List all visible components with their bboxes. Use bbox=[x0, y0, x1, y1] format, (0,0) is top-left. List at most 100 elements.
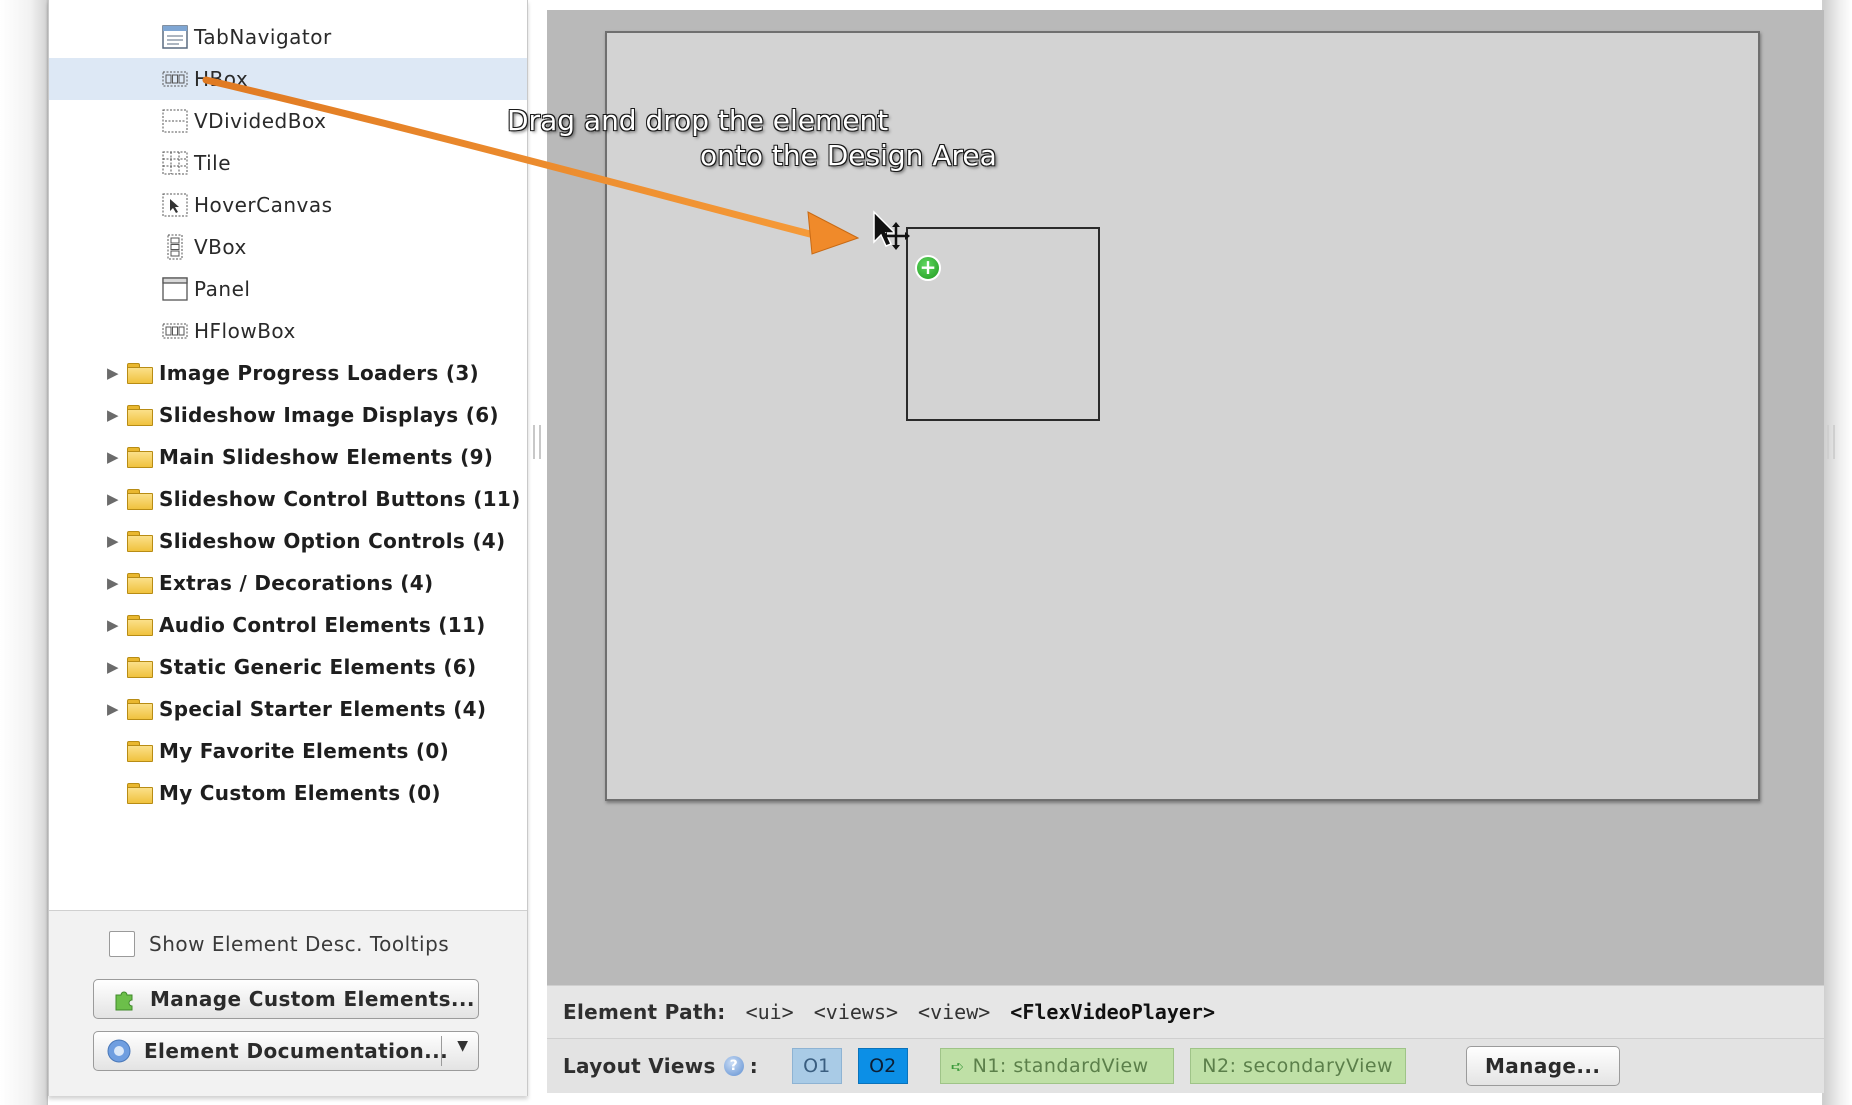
element-path-label: Element Path: bbox=[563, 1000, 726, 1024]
tree-folder-label: Slideshow Image Displays (6) bbox=[159, 403, 499, 427]
element-path-bar: Element Path: <ui> <views> <view> <FlexV… bbox=[547, 985, 1824, 1038]
path-tag-views[interactable]: <views> bbox=[814, 1000, 898, 1024]
tree-item-hovercanvas[interactable]: HoverCanvas bbox=[49, 184, 527, 226]
folder-icon bbox=[127, 405, 153, 426]
element-tree: TabNavigator HBox VDividedBox Tile Hover bbox=[49, 0, 527, 910]
tree-item-label: TabNavigator bbox=[194, 25, 332, 49]
tree-folder-slideshow-control-buttons[interactable]: ▶ Slideshow Control Buttons (11) bbox=[49, 478, 527, 520]
tree-folder-label: My Custom Elements (0) bbox=[159, 781, 441, 805]
layout-view-n1-button[interactable]: ➪ N1: standardView bbox=[939, 1048, 1174, 1084]
expand-arrow-icon[interactable]: ▶ bbox=[107, 532, 121, 550]
vdividedbox-icon bbox=[160, 106, 190, 136]
hflowbox-icon bbox=[160, 316, 190, 346]
folder-icon bbox=[127, 657, 153, 678]
tree-item-vdividedbox[interactable]: VDividedBox bbox=[49, 100, 527, 142]
tree-folder-my-favorite-elements[interactable]: My Favorite Elements (0) bbox=[49, 730, 527, 772]
tree-folder-label: My Favorite Elements (0) bbox=[159, 739, 450, 763]
tree-folder-slideshow-image-displays[interactable]: ▶ Slideshow Image Displays (6) bbox=[49, 394, 527, 436]
elements-panel: TabNavigator HBox VDividedBox Tile Hover bbox=[48, 0, 528, 1096]
tree-folder-extras-decorations[interactable]: ▶ Extras / Decorations (4) bbox=[49, 562, 527, 604]
layout-views-label: Layout Views bbox=[563, 1054, 716, 1078]
help-icon[interactable]: ? bbox=[723, 1056, 744, 1076]
add-plus-icon: + bbox=[915, 255, 941, 281]
hbox-icon bbox=[160, 64, 190, 94]
tree-folder-special-starter-elements[interactable]: ▶ Special Starter Elements (4) bbox=[49, 688, 527, 730]
tree-item-label: VBox bbox=[194, 235, 247, 259]
chevron-down-icon[interactable]: ▼ bbox=[457, 1038, 468, 1054]
tree-folder-label: Main Slideshow Elements (9) bbox=[159, 445, 494, 469]
show-tooltips-label: Show Element Desc. Tooltips bbox=[149, 932, 450, 956]
callout-text-line1: Drag and drop the element bbox=[507, 104, 889, 137]
vbox-icon bbox=[160, 232, 190, 262]
layout-views-colon: : bbox=[749, 1054, 758, 1078]
layout-view-o2-button[interactable]: O2 bbox=[857, 1048, 908, 1084]
folder-icon bbox=[127, 447, 153, 468]
tree-folder-audio-control-elements[interactable]: ▶ Audio Control Elements (11) bbox=[49, 604, 527, 646]
expand-arrow-icon[interactable]: ▶ bbox=[107, 406, 121, 424]
tree-item-vbox[interactable]: VBox bbox=[49, 226, 527, 268]
expand-arrow-icon[interactable]: ▶ bbox=[107, 448, 121, 466]
layout-view-n2-button[interactable]: N2: secondaryView bbox=[1189, 1048, 1406, 1084]
tree-item-hflowbox[interactable]: HFlowBox bbox=[49, 310, 527, 352]
tree-folder-label: Slideshow Control Buttons (11) bbox=[159, 487, 521, 511]
panel-splitter-handle-right[interactable] bbox=[1827, 425, 1835, 459]
path-tag-ui[interactable]: <ui> bbox=[746, 1000, 794, 1024]
arrow-right-icon: ➪ bbox=[950, 1056, 965, 1076]
layout-view-o1-button[interactable]: O1 bbox=[791, 1048, 842, 1084]
path-tag-flexvideoplayer[interactable]: <FlexVideoPlayer> bbox=[1010, 1000, 1215, 1024]
tree-item-tabnavigator[interactable]: TabNavigator bbox=[49, 16, 527, 58]
panel-icon bbox=[160, 274, 190, 304]
puzzle-piece-icon bbox=[112, 986, 138, 1012]
tree-item-label: Panel bbox=[194, 277, 251, 301]
expand-arrow-icon[interactable]: ▶ bbox=[107, 490, 121, 508]
tree-folder-label: Special Starter Elements (4) bbox=[159, 697, 487, 721]
window-frame-right bbox=[1822, 0, 1852, 1105]
folder-icon bbox=[127, 741, 153, 762]
element-documentation-button[interactable]: Element Documentation... ▼ bbox=[93, 1031, 479, 1071]
folder-icon bbox=[127, 363, 153, 384]
expand-arrow-icon[interactable]: ▶ bbox=[107, 364, 121, 382]
folder-icon bbox=[127, 573, 153, 594]
help-icon bbox=[106, 1038, 132, 1064]
layout-views-bar: Layout Views ? : O1 O2 ➪ N1: standardVie… bbox=[547, 1038, 1824, 1093]
folder-icon bbox=[127, 615, 153, 636]
tree-folder-label: Audio Control Elements (11) bbox=[159, 613, 486, 637]
tree-item-label: VDividedBox bbox=[194, 109, 327, 133]
tree-item-hbox[interactable]: HBox bbox=[49, 58, 527, 100]
elements-panel-footer: Show Element Desc. Tooltips Manage Custo… bbox=[49, 910, 527, 1096]
panel-splitter-handle[interactable] bbox=[533, 425, 541, 459]
tree-item-panel[interactable]: Panel bbox=[49, 268, 527, 310]
manage-custom-elements-button[interactable]: Manage Custom Elements... bbox=[93, 979, 479, 1019]
tree-folder-static-generic-elements[interactable]: ▶ Static Generic Elements (6) bbox=[49, 646, 527, 688]
tree-folder-label: Extras / Decorations (4) bbox=[159, 571, 434, 595]
folder-icon bbox=[127, 699, 153, 720]
expand-arrow-icon[interactable]: ▶ bbox=[107, 574, 121, 592]
show-tooltips-toggle[interactable]: Show Element Desc. Tooltips bbox=[109, 931, 449, 957]
tree-folder-label: Static Generic Elements (6) bbox=[159, 655, 477, 679]
layout-view-n1-label: N1: standardView bbox=[972, 1055, 1149, 1077]
folder-icon bbox=[127, 489, 153, 510]
manage-layout-views-button[interactable]: Manage... bbox=[1465, 1046, 1620, 1086]
tree-item-label: HBox bbox=[194, 67, 249, 91]
show-tooltips-checkbox[interactable] bbox=[109, 931, 135, 957]
expand-arrow-icon[interactable]: ▶ bbox=[107, 700, 121, 718]
callout-text-line2: onto the Design Area bbox=[700, 139, 997, 172]
tree-folder-label: Slideshow Option Controls (4) bbox=[159, 529, 506, 553]
expand-arrow-icon[interactable]: ▶ bbox=[107, 658, 121, 676]
manage-custom-elements-label: Manage Custom Elements... bbox=[150, 987, 475, 1011]
folder-icon bbox=[127, 783, 153, 804]
window-frame-left bbox=[0, 0, 48, 1105]
tree-item-label: Tile bbox=[194, 151, 232, 175]
element-documentation-label: Element Documentation... bbox=[144, 1039, 449, 1063]
tree-item-tile[interactable]: Tile bbox=[49, 142, 527, 184]
tree-folder-my-custom-elements[interactable]: My Custom Elements (0) bbox=[49, 772, 527, 814]
tree-folder-label: Image Progress Loaders (3) bbox=[159, 361, 479, 385]
path-tag-view[interactable]: <view> bbox=[918, 1000, 990, 1024]
tree-folder-slideshow-option-controls[interactable]: ▶ Slideshow Option Controls (4) bbox=[49, 520, 527, 562]
folder-icon bbox=[127, 531, 153, 552]
hovercanvas-icon bbox=[160, 190, 190, 220]
expand-arrow-icon[interactable]: ▶ bbox=[107, 616, 121, 634]
tree-folder-main-slideshow-elements[interactable]: ▶ Main Slideshow Elements (9) bbox=[49, 436, 527, 478]
tree-folder-image-progress-loaders[interactable]: ▶ Image Progress Loaders (3) bbox=[49, 352, 527, 394]
tree-item-label: HoverCanvas bbox=[194, 193, 333, 217]
